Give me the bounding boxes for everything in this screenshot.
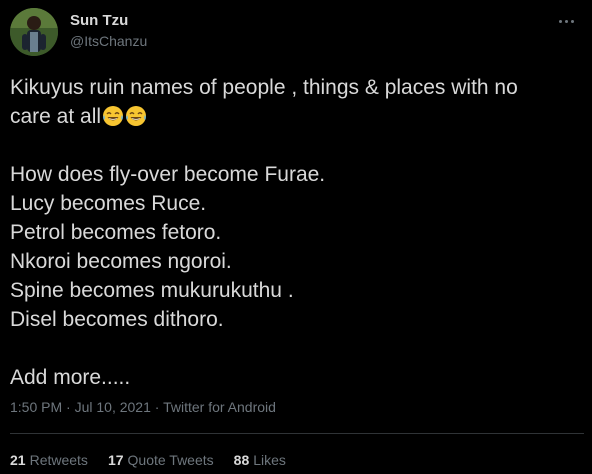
tweet-line: Petrol becomes fetoro. (10, 221, 222, 244)
tweet-time[interactable]: 1:50 PM (10, 399, 62, 415)
likes-stat[interactable]: 88 Likes (234, 452, 286, 468)
quote-tweets-label: Quote Tweets (127, 452, 214, 468)
tweet-line: Lucy becomes Ruce. (10, 192, 207, 215)
retweets-count: 21 (10, 452, 26, 468)
tweet-stats: 21 Retweets 17 Quote Tweets 88 Likes (10, 452, 286, 468)
tweet-metadata: 1:50 PM · Jul 10, 2021 · Twitter for And… (10, 399, 276, 415)
quote-tweets-count: 17 (107, 452, 124, 468)
tweet-source[interactable]: Twitter for Android (163, 399, 276, 415)
tweet-closing: Add more..... (10, 366, 131, 389)
more-options-icon[interactable] (552, 10, 580, 32)
tears-of-joy-emoji-icon (103, 106, 124, 126)
tears-of-joy-emoji-icon (126, 106, 147, 126)
meta-separator: · (66, 399, 71, 415)
tweet-text: Kikuyus ruin names of people , things & … (10, 73, 584, 392)
avatar[interactable] (10, 8, 58, 56)
tweet-line: How does fly-over become Furae. (10, 163, 326, 186)
tweet-line: Spine becomes mukurukuthu . (10, 279, 294, 302)
tweet-line: care at all (10, 105, 102, 128)
tweet-line: Disel becomes dithoro. (10, 308, 224, 331)
tweet-card: Sun Tzu @ItsChanzu Kikuyus ruin names of… (0, 0, 592, 474)
author-name[interactable]: Sun Tzu (70, 12, 128, 29)
tweet-line: Nkoroi becomes ngoroi. (10, 250, 232, 273)
meta-separator: · (154, 399, 160, 415)
divider (10, 433, 584, 434)
likes-count: 88 (233, 452, 250, 468)
tweet-line: Kikuyus ruin names of people , things & … (10, 76, 518, 99)
quote-tweets-stat[interactable]: 17 Quote Tweets (108, 452, 214, 468)
author-handle[interactable]: @ItsChanzu (70, 33, 147, 49)
retweets-label: Retweets (29, 452, 88, 468)
likes-label: Likes (253, 452, 286, 468)
tweet-line-with-emoji: care at all (10, 102, 584, 131)
retweets-stat[interactable]: 21 Retweets (10, 452, 88, 468)
tweet-date[interactable]: Jul 10, 2021 (75, 399, 151, 415)
